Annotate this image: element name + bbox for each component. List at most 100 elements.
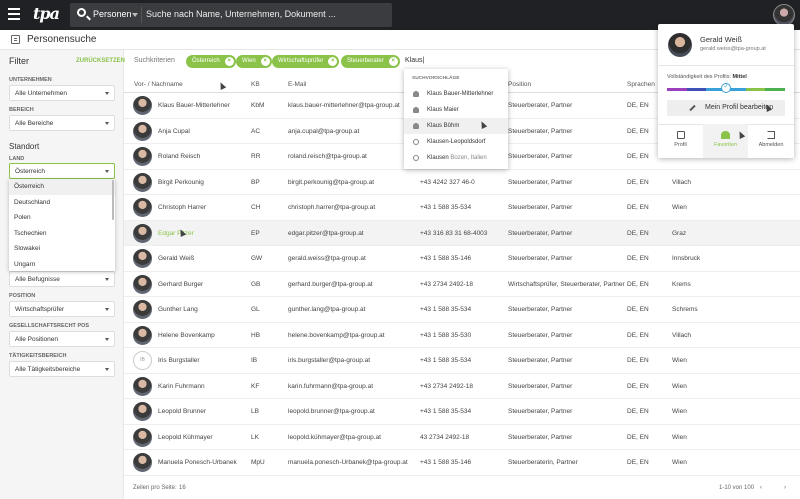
menu-icon[interactable] [8, 8, 20, 20]
cell-kb: AC [251, 127, 261, 135]
table-row[interactable]: Edgar Pitzer EP edgar.pitzer@tpa-group.at +… [124, 220, 800, 246]
logo[interactable]: tpa [33, 4, 60, 23]
close-icon[interactable]: × [388, 57, 398, 66]
table-row[interactable]: Gerhard Burger GB gerhard.burger@tpa-group… [124, 272, 800, 297]
cell-name[interactable]: Leopold Brunner [158, 408, 206, 415]
cell-name[interactable]: Helene Bovenkamp [158, 332, 215, 339]
global-search[interactable]: Personen Suche nach Name, Unternehmen, D… [70, 3, 392, 27]
cell-email[interactable]: gerald.weiss@tpa-group.at [288, 255, 366, 262]
search-scope-select[interactable]: Personen [93, 9, 132, 19]
gesellschaftsrecht-select[interactable]: Alle Positionen [9, 331, 115, 347]
cell-sprachen: DE, EN [627, 127, 649, 135]
cell-name[interactable]: Anja Cupal [158, 128, 190, 135]
cell-email[interactable]: birgit.perkounig@tpa-group.at [288, 179, 374, 186]
cell-email[interactable]: gerhard.burger@tpa-group.at [288, 281, 373, 288]
cell-email[interactable]: anja.cupal@tpa-group.at [288, 128, 359, 135]
cell-email[interactable]: gunther.lang@tpa-group.at [288, 306, 365, 313]
suggestion-item[interactable]: Klaus Böhm [404, 118, 508, 134]
table-row[interactable]: Gerald Weiß GW gerald.weiss@tpa-group.at +4… [124, 246, 800, 272]
table-row[interactable]: Manuela Ponesch-Urbanek MpU manuela.ponesc… [124, 450, 800, 476]
col-name[interactable]: Vor- / Nachname [134, 81, 183, 88]
col-email[interactable]: E-Mail [288, 81, 306, 88]
table-row[interactable]: Helene Bovenkamp HB helene.bovenkamp@tpa-g… [124, 323, 800, 348]
cell-email[interactable]: manuela.ponesch-Urbanek@tpa-group.at [288, 459, 408, 466]
cell-email[interactable]: helene.bovenkamp@tpa-group.at [288, 332, 385, 339]
position-select[interactable]: Wirtschaftsprüfer [9, 301, 115, 317]
land-option[interactable]: Österreich [9, 179, 115, 195]
table-row[interactable]: Leopold Kühmayer LK leopold.kühmayer@tpa-g… [124, 425, 800, 450]
cell-position: Steuerberater, Partner [508, 408, 573, 415]
cell-name[interactable]: Edgar Pitzer [158, 230, 194, 237]
per-page-select[interactable]: 16 [179, 485, 186, 491]
cell-name[interactable]: Roland Reisch [158, 153, 200, 160]
table-row[interactable]: Christoph Harrer CH christoph.harrer@tpa-g… [124, 195, 800, 221]
cell-phone: +43 1 588 35-534 [420, 408, 472, 415]
search-icon [413, 139, 419, 145]
tab-abmelden[interactable]: Abmelden [748, 124, 794, 158]
close-icon[interactable]: × [260, 57, 270, 66]
avatar [133, 249, 152, 268]
table-row[interactable]: Gunther Lang GL gunther.lang@tpa-group.at +… [124, 297, 800, 323]
close-icon[interactable]: × [328, 57, 338, 66]
cell-name[interactable]: Gerald Weiß [158, 255, 194, 262]
cell-email[interactable]: leopold.kühmayer@tpa-group.at [288, 434, 381, 441]
next-page-icon[interactable]: › [784, 485, 786, 491]
cell-name[interactable]: Klaus Bauer-Mitterlehner [158, 102, 230, 109]
land-option[interactable]: Ungarn [9, 257, 115, 272]
table-footer: Zeilen pro Seite: 16 1-10 von 100 ‹ › [124, 478, 800, 499]
taetigkeit-select[interactable]: Alle Tätigkeitsbereiche [9, 361, 115, 377]
avatar [133, 427, 152, 447]
cell-email[interactable]: christoph.harrer@tpa-group.at [288, 204, 375, 211]
avatar [133, 96, 152, 115]
unternehmen-select[interactable]: Alle Unternehmen [9, 85, 115, 101]
land-option[interactable]: Deutschland [9, 195, 115, 211]
page-title: Personensuche [27, 34, 97, 45]
cell-name[interactable]: Leopold Kühmayer [158, 434, 213, 441]
suggestion-item[interactable]: Klausen-Leopoldsdorf [404, 134, 508, 150]
cell-name[interactable]: Christoph Harrer [158, 204, 206, 211]
scrollbar[interactable] [112, 180, 114, 220]
table-row[interactable]: Birgit Perkounig BP birgit.perkounig@tpa-g… [124, 170, 800, 195]
cell-phone: +43 316 83 31 68-4003 [420, 229, 488, 237]
close-icon[interactable]: × [224, 57, 234, 66]
cell-name[interactable]: Manuela Ponesch-Urbanek [158, 459, 237, 466]
tab-profil[interactable]: Profil [658, 124, 703, 158]
cell-sprachen: DE, EN [627, 331, 649, 339]
user-avatar[interactable] [773, 4, 795, 26]
criteria-input[interactable]: Klaus| [405, 57, 424, 64]
suggestion-item[interactable]: Klaus Maier [404, 102, 508, 118]
col-kb[interactable]: KB [251, 81, 260, 88]
cell-email[interactable]: klaus.bauer-mitterlehner@tpa-group.at [288, 102, 400, 109]
cell-email[interactable]: edgar.pitzer@tpa-group.at [288, 230, 364, 237]
cell-name[interactable]: Karin Fuhrmann [158, 383, 205, 390]
cell-phone: +43 2734 2492-18 [420, 280, 473, 288]
land-option[interactable]: Slowakei [9, 241, 115, 257]
land-option[interactable]: Polen [9, 210, 115, 226]
pencil-icon [689, 104, 696, 112]
cell-email[interactable]: iris.burgstaller@tpa-group.at [288, 357, 370, 364]
cell-email[interactable]: roland.reisch@tpa-group.at [288, 153, 367, 160]
suggestion-item[interactable]: Klaus Bauer-Mitterlehner [404, 86, 508, 102]
cell-name[interactable]: Gunther Lang [158, 306, 198, 313]
cell-name[interactable]: Iris Burgstaller [158, 357, 200, 364]
search-input[interactable]: Suche nach Name, Unternehmen, Dokument .… [146, 9, 336, 19]
standort-title: Standort [9, 142, 40, 151]
bereich-select[interactable]: Alle Bereiche [9, 115, 115, 131]
cell-email[interactable]: leopold.brunner@tpa-group.at [288, 408, 375, 415]
cell-email[interactable]: karin.fuhrmann@tpa-group.at [288, 383, 373, 390]
table-row[interactable]: Karin Fuhrmann KF karin.fuhrmann@tpa-group… [124, 374, 800, 399]
col-sprachen[interactable]: Sprachen [627, 81, 655, 88]
prev-page-icon[interactable]: ‹ [760, 485, 762, 491]
per-page-label: Zeilen pro Seite: [133, 485, 177, 491]
suggestion-item[interactable]: Klausen Bozen, Italien [404, 150, 508, 166]
table-row[interactable]: Leopold Brunner LB leopold.brunner@tpa-gro… [124, 399, 800, 425]
col-position[interactable]: Position [508, 81, 531, 88]
cell-name[interactable]: Birgit Perkounig [158, 179, 204, 186]
reset-button[interactable]: ZURÜCKSETZEN [76, 58, 125, 64]
cell-sprachen: DE, EN [627, 357, 649, 364]
land-option[interactable]: Tschechien [9, 226, 115, 242]
befugnisse-select[interactable]: Alle Befugnisse [9, 271, 115, 287]
land-select[interactable]: Österreich [9, 163, 115, 179]
table-row[interactable]: IB Iris Burgstaller IB iris.burgstaller@tpa… [124, 348, 800, 374]
cell-name[interactable]: Gerhard Burger [158, 281, 203, 288]
